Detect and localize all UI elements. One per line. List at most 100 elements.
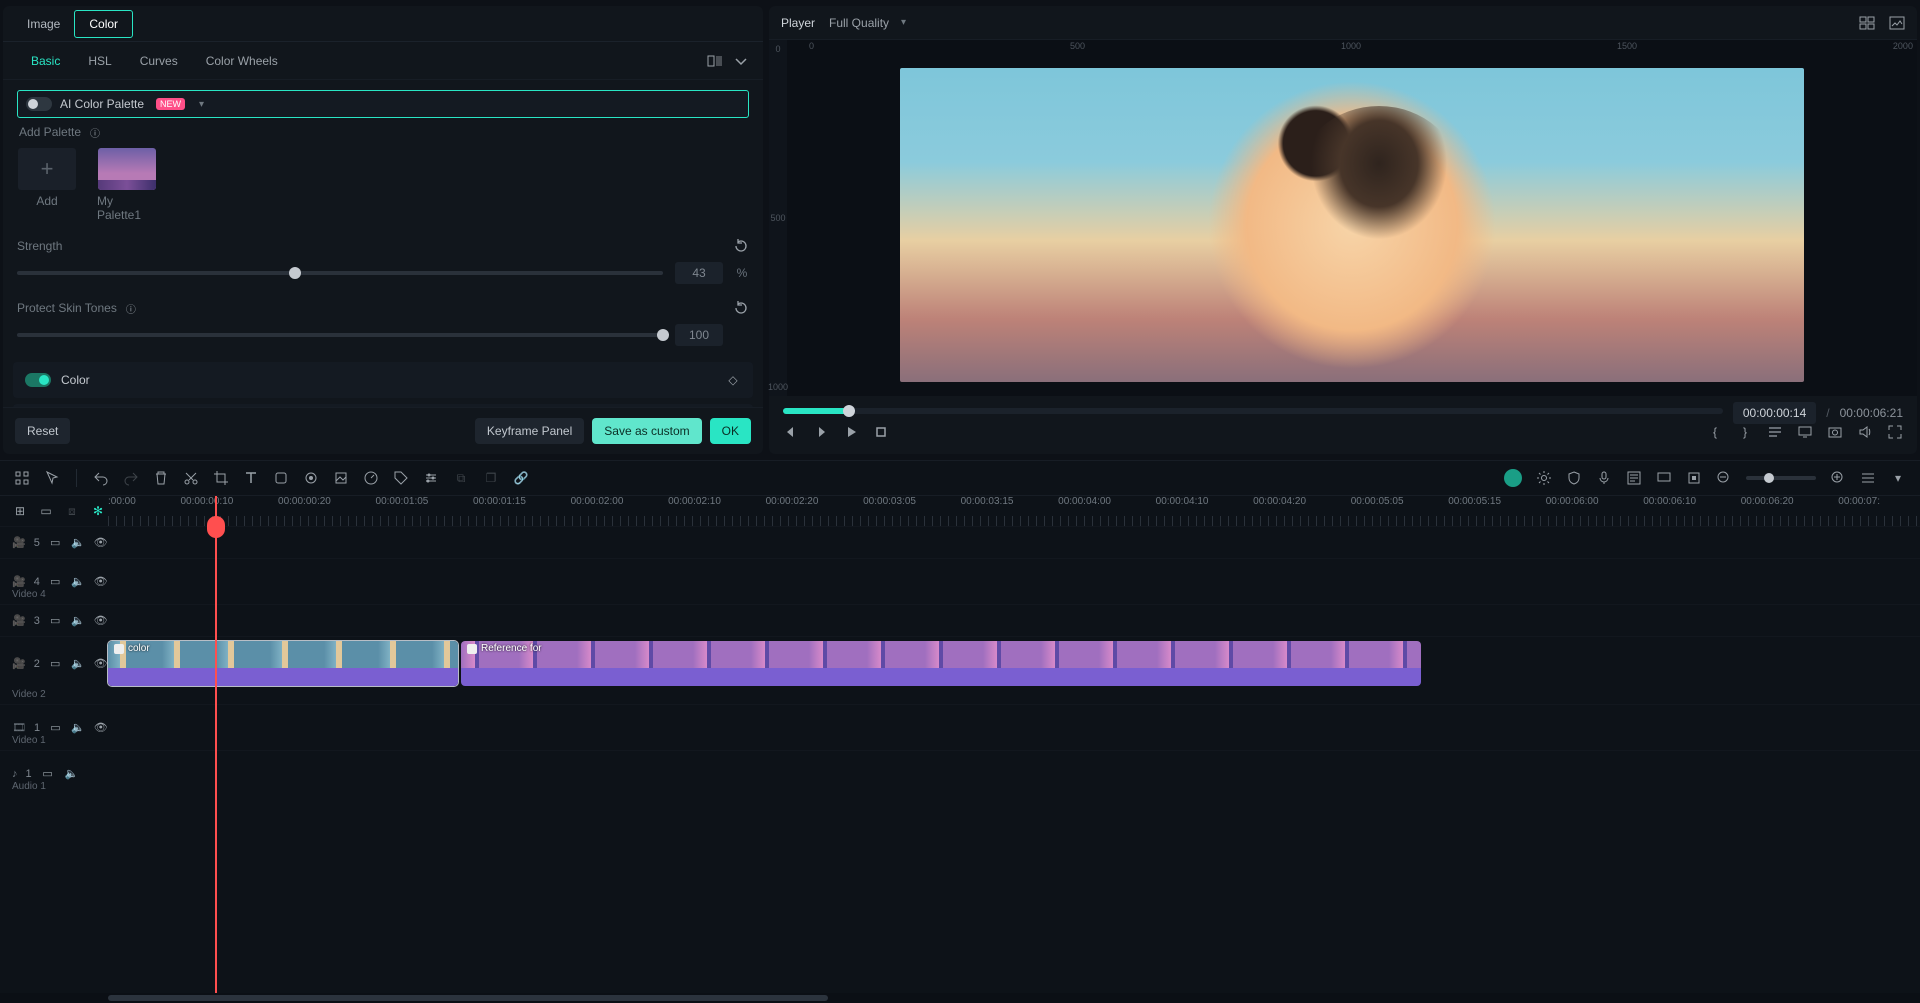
lock-icon[interactable]: ▭ [48, 535, 63, 551]
quality-dropdown[interactable]: Full Quality▾ [829, 16, 906, 30]
eye-icon[interactable]: 👁 [93, 613, 108, 629]
eye-icon[interactable]: 👁 [93, 656, 108, 672]
clip-reference[interactable]: Reference for [461, 641, 1421, 686]
prev-frame-icon[interactable] [783, 424, 799, 440]
reset-button[interactable]: Reset [15, 418, 70, 444]
undo-icon[interactable] [93, 470, 109, 486]
tab-color[interactable]: Color [74, 10, 133, 38]
timeline-ruler[interactable]: :00:0000:00:00:1000:00:00:2000:00:01:050… [108, 496, 1920, 526]
text-icon[interactable] [243, 470, 259, 486]
subtab-hsl[interactable]: HSL [74, 48, 125, 74]
delete-icon[interactable] [153, 470, 169, 486]
playhead[interactable] [215, 496, 217, 993]
mic-icon[interactable] [1596, 470, 1612, 486]
list-view-icon[interactable] [1860, 470, 1876, 486]
info-icon[interactable]: ⓘ [123, 300, 139, 316]
zoom-slider[interactable] [1746, 476, 1816, 480]
color-wheel-icon[interactable] [303, 470, 319, 486]
zoom-out-icon[interactable] [1716, 470, 1732, 486]
palette-thumb-my1[interactable]: My Palette1 [97, 148, 157, 222]
lock-icon[interactable]: ▭ [40, 766, 56, 782]
volume-icon[interactable] [1857, 424, 1873, 440]
fullscreen-icon[interactable] [1887, 424, 1903, 440]
image-view-icon[interactable] [1889, 15, 1905, 31]
info-icon[interactable]: ⓘ [87, 124, 103, 140]
marker-icon[interactable] [1686, 470, 1702, 486]
effects-icon[interactable] [333, 470, 349, 486]
clip-color[interactable]: color [108, 641, 458, 686]
next-frame-icon[interactable] [813, 424, 829, 440]
ai-assist-icon[interactable] [1504, 469, 1522, 487]
brace-left-icon[interactable]: { [1707, 424, 1723, 440]
color-accordion[interactable]: Color ◇ [13, 362, 753, 398]
eye-icon[interactable]: 👁 [93, 574, 108, 590]
lock-icon[interactable]: ▭ [48, 720, 63, 736]
lock-icon[interactable]: ▭ [48, 613, 63, 629]
track-menu-icon[interactable]: ▭ [38, 503, 54, 519]
copy-icon[interactable]: ❐ [483, 470, 499, 486]
strength-value[interactable]: 43 [675, 262, 723, 284]
crop-icon[interactable] [213, 470, 229, 486]
add-palette-button[interactable]: + Add [17, 148, 77, 222]
track-add-icon[interactable]: ⊞ [12, 503, 28, 519]
playhead-handle-icon[interactable] [207, 516, 225, 538]
group-icon[interactable]: ⧉ [453, 470, 469, 486]
save-as-custom-button[interactable]: Save as custom [592, 418, 701, 444]
auto-ripple-icon[interactable]: ✻ [90, 503, 106, 519]
stop-icon[interactable] [873, 424, 889, 440]
mask-icon[interactable] [273, 470, 289, 486]
play-icon[interactable] [843, 424, 859, 440]
magnet-icon[interactable]: ⧈ [64, 503, 80, 519]
marker-list-icon[interactable] [1767, 424, 1783, 440]
lock-icon[interactable]: ▭ [48, 574, 63, 590]
adjust-icon[interactable] [423, 470, 439, 486]
mute-icon[interactable]: 🔈 [71, 574, 86, 590]
redo-icon[interactable] [123, 470, 139, 486]
mute-icon[interactable]: 🔈 [71, 720, 86, 736]
ai-color-palette-row: AI Color Palette NEW ▾ [17, 90, 749, 118]
eye-icon[interactable]: 👁 [93, 720, 108, 736]
strength-slider[interactable] [17, 271, 663, 275]
pointer-tool-icon[interactable] [44, 470, 60, 486]
mute-icon[interactable]: 🔈 [71, 613, 86, 629]
grid-view-icon[interactable] [1859, 15, 1875, 31]
subtab-basic[interactable]: Basic [17, 48, 74, 74]
subtab-color-wheels[interactable]: Color Wheels [192, 48, 292, 74]
split-icon[interactable] [183, 470, 199, 486]
mute-icon[interactable]: 🔈 [71, 656, 86, 672]
chevron-down-icon[interactable] [733, 53, 749, 69]
chevron-down-icon[interactable]: ▾ [1890, 470, 1906, 486]
subtab-curves[interactable]: Curves [126, 48, 192, 74]
zoom-in-icon[interactable] [1830, 470, 1846, 486]
gear-icon[interactable] [1536, 470, 1552, 486]
reset-icon[interactable] [733, 300, 749, 316]
shield-icon[interactable] [1566, 470, 1582, 486]
select-tool-icon[interactable] [14, 470, 30, 486]
playback-progress[interactable] [783, 408, 1723, 414]
link-icon[interactable]: 🔗 [513, 470, 529, 486]
monitor-icon[interactable] [1656, 470, 1672, 486]
brace-right-icon[interactable]: } [1737, 424, 1753, 440]
tab-image[interactable]: Image [13, 11, 74, 37]
lock-icon[interactable]: ▭ [48, 656, 63, 672]
mute-icon[interactable]: 🔈 [71, 535, 86, 551]
ai-palette-toggle[interactable] [26, 97, 52, 111]
preview-viewport[interactable] [900, 68, 1804, 381]
speed-icon[interactable] [363, 470, 379, 486]
keyframe-panel-button[interactable]: Keyframe Panel [475, 418, 584, 444]
protect-value[interactable]: 100 [675, 324, 723, 346]
tag-icon[interactable] [393, 470, 409, 486]
transcript-icon[interactable] [1626, 470, 1642, 486]
chevron-down-icon[interactable]: ▾ [199, 99, 204, 110]
display-settings-icon[interactable] [1797, 424, 1813, 440]
mute-icon[interactable]: 🔈 [64, 766, 80, 782]
eye-icon[interactable]: 👁 [93, 535, 108, 551]
keyframe-diamond-icon[interactable]: ◇ [725, 372, 741, 388]
snapshot-icon[interactable] [1827, 424, 1843, 440]
ok-button[interactable]: OK [710, 418, 751, 444]
protect-slider[interactable] [17, 333, 663, 337]
reset-icon[interactable] [733, 238, 749, 254]
compare-icon[interactable] [707, 53, 723, 69]
color-toggle[interactable] [25, 373, 51, 387]
timeline-scrollbar[interactable] [0, 993, 1920, 1003]
